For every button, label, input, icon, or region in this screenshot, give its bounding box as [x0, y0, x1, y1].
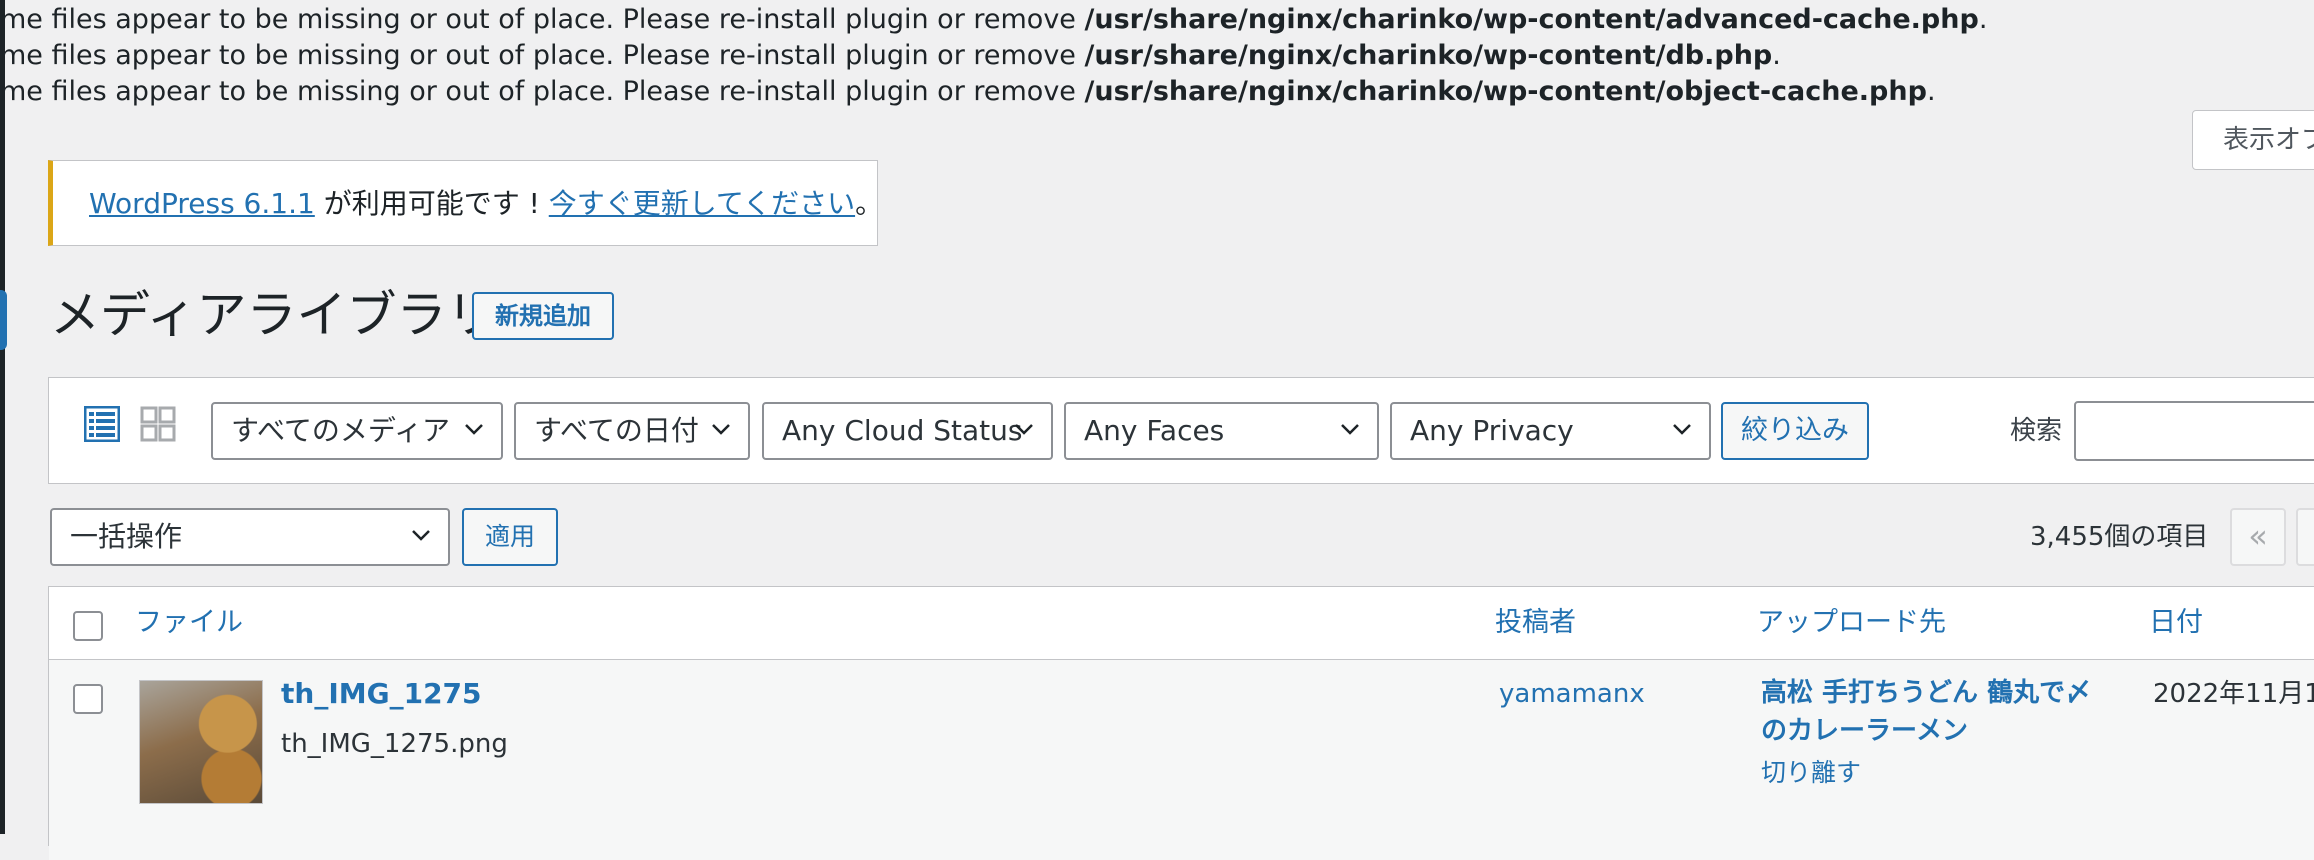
table-header: ファイル 投稿者 アップロード先 日付: [49, 587, 2314, 660]
admin-menu-current-indicator: [0, 290, 7, 350]
search-input[interactable]: [2074, 401, 2314, 461]
column-file[interactable]: ファイル: [135, 587, 243, 659]
add-new-button[interactable]: 新規追加: [472, 292, 614, 340]
error-line: me files appear to be missing or out of …: [0, 76, 1936, 107]
chevron-down-icon: [1015, 424, 1033, 435]
date-select[interactable]: すべての日付: [514, 402, 750, 460]
chevron-down-icon: [712, 424, 730, 435]
grid-view-icon[interactable]: [140, 406, 176, 442]
media-title-link[interactable]: th_IMG_1275: [281, 674, 482, 714]
uploaded-to-link[interactable]: 高松 手打ちうどん 鶴丸で〆のカレーラーメン: [1761, 674, 2101, 750]
page-title: メディアライブラリ: [50, 286, 497, 344]
chevron-down-icon: [1341, 424, 1359, 435]
item-count: 3,455個の項目: [2030, 522, 2209, 552]
chevron-down-icon: [465, 424, 483, 435]
media-filename: th_IMG_1275.png: [281, 729, 508, 759]
media-thumbnail[interactable]: [139, 680, 263, 804]
select-all-checkbox[interactable]: [73, 611, 103, 641]
error-line: me files appear to be missing or out of …: [0, 4, 1988, 35]
chevron-down-icon: [1673, 424, 1691, 435]
prev-page-button[interactable]: [2296, 508, 2314, 566]
wordpress-version-link[interactable]: WordPress 6.1.1: [89, 187, 315, 220]
screen-options-button[interactable]: 表示オプ: [2192, 110, 2314, 170]
update-notice: WordPress 6.1.1 が利用可能です ! 今すぐ更新してください。: [48, 160, 883, 246]
notice-text: が利用可能です !: [314, 187, 549, 220]
filter-button[interactable]: 絞り込み: [1721, 402, 1869, 460]
table-row: th_IMG_1275 th_IMG_1275.png yamamanx 高松 …: [49, 660, 2314, 860]
error-line: me files appear to be missing or out of …: [0, 40, 1781, 71]
notice-end: 。: [855, 187, 884, 220]
upload-date: 2022年11月15: [2153, 679, 2314, 709]
first-page-button[interactable]: «: [2230, 508, 2286, 566]
admin-sidebar-edge: [0, 0, 5, 834]
faces-select[interactable]: Any Faces: [1064, 402, 1379, 460]
search-label: 検索: [2010, 416, 2063, 446]
bulk-action-select[interactable]: 一括操作: [50, 508, 450, 566]
media-table: ファイル 投稿者 アップロード先 日付 th_IMG_1275 th_IMG_1…: [48, 586, 2314, 860]
list-view-icon[interactable]: [84, 406, 120, 442]
privacy-select[interactable]: Any Privacy: [1390, 402, 1711, 460]
author-link[interactable]: yamamanx: [1499, 674, 1645, 714]
media-type-select[interactable]: すべてのメディア: [211, 402, 503, 460]
column-uploaded-to[interactable]: アップロード先: [1757, 587, 1946, 659]
column-date[interactable]: 日付: [2149, 587, 2203, 659]
php-error-messages: me files appear to be missing or out of …: [0, 2, 1987, 110]
cloud-status-select[interactable]: Any Cloud Status: [762, 402, 1053, 460]
chevron-down-icon: [412, 530, 430, 541]
column-author[interactable]: 投稿者: [1495, 587, 1576, 659]
detach-link[interactable]: 切り離す: [1761, 754, 1861, 792]
apply-button[interactable]: 適用: [462, 508, 558, 566]
row-checkbox[interactable]: [73, 684, 103, 714]
update-now-link[interactable]: 今すぐ更新してください: [549, 187, 855, 220]
